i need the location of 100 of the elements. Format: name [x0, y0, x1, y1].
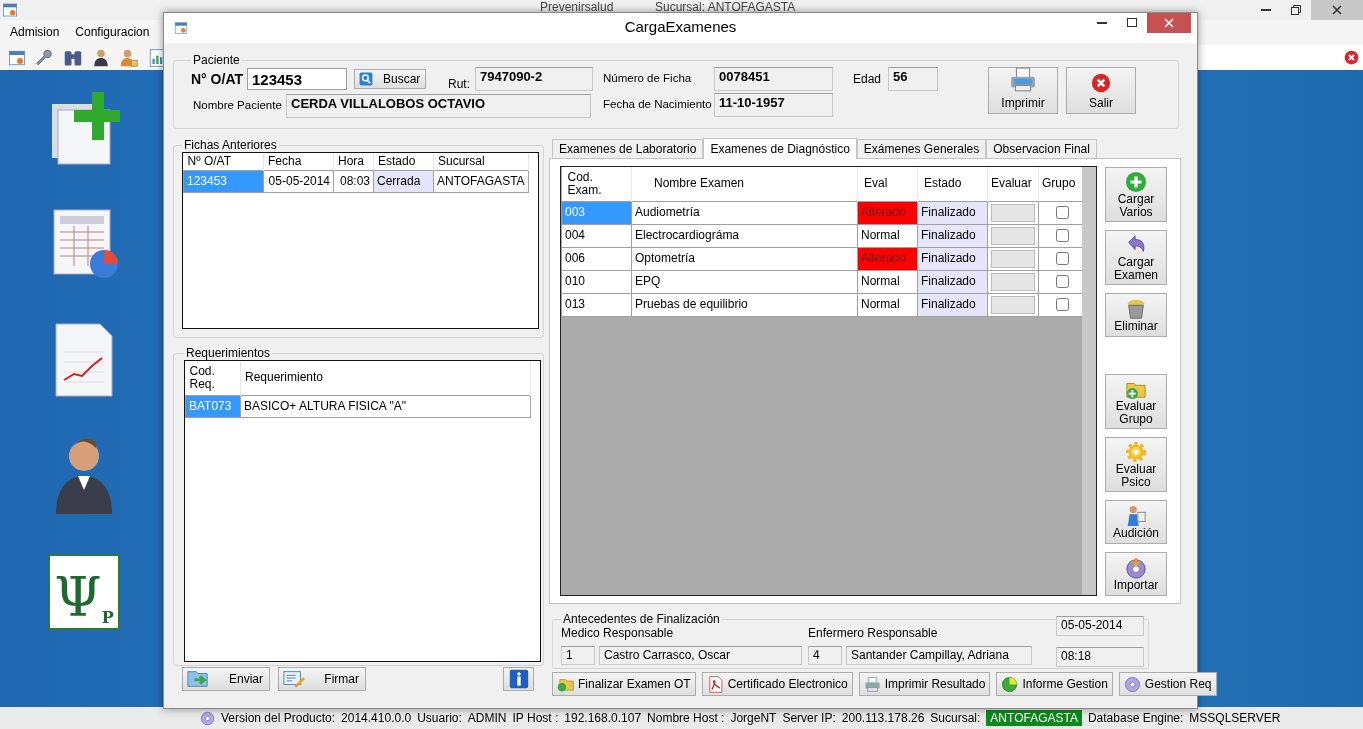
evaluate-psych-button[interactable]: Evaluar Psico	[1105, 437, 1167, 492]
close-circle-icon	[1344, 50, 1359, 65]
column-header: Estado	[917, 167, 988, 201]
requests-button[interactable]: Gestion Req	[1118, 672, 1217, 696]
column-header: Nº O/AT	[183, 153, 264, 171]
app-icon	[2, 2, 18, 18]
table-cell: Cerrada	[373, 170, 434, 193]
status-value: JorgeNT	[730, 710, 777, 726]
age-field: 56	[888, 67, 938, 91]
window-icon	[174, 21, 188, 35]
group-checkbox[interactable]	[1056, 252, 1069, 265]
logo-letter: P	[101, 608, 114, 628]
menu-item[interactable]: Configuracion	[65, 25, 150, 40]
column-header: Fecha	[263, 153, 334, 171]
info-icon	[508, 669, 529, 689]
rut-label: Rut:	[448, 76, 471, 91]
order-number-field[interactable]: 123453	[247, 68, 347, 90]
group-checkbox[interactable]	[1056, 229, 1069, 242]
table-cell: EPQ	[631, 270, 858, 293]
bin-icon	[1125, 297, 1147, 320]
close-button[interactable]	[1344, 50, 1359, 65]
table-icon	[8, 48, 26, 67]
import-button[interactable]: Importar	[1105, 552, 1167, 596]
table-cell[interactable]: 013	[561, 293, 632, 316]
status-value: MSSQLSERVER	[1189, 710, 1281, 726]
record-number-field: 0078451	[714, 67, 833, 91]
card-pencil-icon	[283, 668, 305, 690]
tab[interactable]: Examenes de Laboratorio	[552, 139, 704, 158]
column-header: Nombre Examen	[631, 167, 858, 201]
patient-name-field: CERDA VILLALOBOS OCTAVIO	[286, 94, 591, 118]
nurse-name-field: Santander Campillay, Adriana	[846, 646, 1032, 666]
table-cell[interactable]: 006	[561, 247, 632, 270]
sign-button[interactable]: Firmar	[278, 667, 366, 691]
group-checkbox[interactable]	[1056, 275, 1069, 288]
person-icon	[92, 48, 110, 67]
scrollbar[interactable]	[1082, 167, 1096, 595]
close-circle-icon	[1091, 72, 1111, 93]
column-header: Eval	[857, 167, 918, 201]
table-cell[interactable]: 004	[561, 224, 632, 247]
evaluate-group-button[interactable]: Evaluar Grupo	[1105, 374, 1167, 429]
delete-button[interactable]: Eliminar	[1105, 293, 1167, 337]
wrench-icon	[36, 48, 54, 67]
tab[interactable]: Exámenes Generales	[856, 139, 987, 158]
window-title: CargaExamenes	[624, 18, 737, 36]
status-label: IP Host :	[512, 710, 559, 726]
doctor-name-field: Castro Carrasco, Oscar	[599, 646, 802, 666]
table-cell: 08:03	[333, 170, 374, 193]
column-header: Cod. Req.	[185, 361, 241, 395]
record-number-label: Número de Ficha	[603, 72, 693, 86]
print-button[interactable]: Imprimir	[988, 67, 1058, 114]
tab[interactable]: Examenes de Diagnóstico	[703, 138, 857, 159]
search-button[interactable]: Buscar	[354, 69, 426, 89]
report-button[interactable]: Informe Gestion	[996, 672, 1113, 696]
load-exam-button[interactable]: Cargar Examen	[1105, 230, 1167, 285]
column-header: Cod. Exam.	[561, 167, 632, 201]
binoculars-icon	[64, 48, 82, 67]
date-field: 05-05-2014	[1056, 616, 1144, 636]
finalize-button[interactable]: Finalizar Examen OT	[552, 672, 696, 696]
column-header: Evaluar	[987, 167, 1039, 201]
pie-icon	[1001, 675, 1019, 693]
nurse-id-field: 4	[808, 646, 842, 666]
load-multiple-button[interactable]: Cargar Varios	[1105, 167, 1167, 222]
table-cell: BASICO+ ALTURA FISICA "A"	[240, 395, 531, 417]
app-title: Prevenirsalud	[540, 0, 614, 15]
menu-item[interactable]: Admision	[0, 25, 60, 40]
toolbar-button[interactable]	[36, 48, 54, 67]
order-number-label: N° O/AT	[191, 70, 244, 88]
print-result-button[interactable]: Imprimir Resultado	[858, 672, 991, 696]
status-label: Usuario:	[417, 710, 462, 726]
table-cell: Audiometría	[631, 201, 858, 224]
table-cell: Pruebas de equilibrio	[631, 293, 858, 316]
status-value: 192.168.0.107	[564, 710, 642, 726]
close-icon	[1331, 4, 1343, 16]
group-checkbox[interactable]	[1056, 206, 1069, 219]
column-header: Estado	[373, 153, 434, 171]
status-value: 2014.410.0.0	[341, 710, 412, 726]
status-label: Version del Producto:	[221, 710, 336, 726]
group-label: Paciente	[192, 53, 241, 67]
column-header: Requerimiento	[240, 361, 531, 395]
exit-button[interactable]: Salir	[1066, 67, 1136, 114]
toolbar-button[interactable]	[92, 48, 110, 67]
maximize-icon	[1126, 17, 1138, 29]
toolbar-button[interactable]	[148, 48, 166, 67]
person-lock-icon	[120, 48, 138, 67]
table-cell[interactable]: 010	[561, 270, 632, 293]
tab[interactable]: Observacion Final	[986, 139, 1097, 158]
certificate-button[interactable]: Certificado Electronico	[701, 672, 853, 696]
logo-glyph: Ψ	[54, 568, 102, 628]
printer-icon	[863, 675, 881, 693]
send-button[interactable]: Enviar	[182, 667, 270, 691]
audiometry-button[interactable]: Audición	[1105, 500, 1167, 544]
plus-circle-icon	[1125, 170, 1147, 193]
info-button[interactable]	[503, 667, 534, 691]
status-label: Sucursal:	[930, 710, 981, 726]
group-checkbox[interactable]	[1056, 298, 1069, 311]
close-icon	[1163, 17, 1175, 29]
column-header: Hora	[333, 153, 374, 171]
toolbar-button[interactable]	[64, 48, 82, 67]
restore-icon	[1290, 4, 1302, 16]
table-cell: ANTOFAGASTA	[433, 170, 529, 193]
